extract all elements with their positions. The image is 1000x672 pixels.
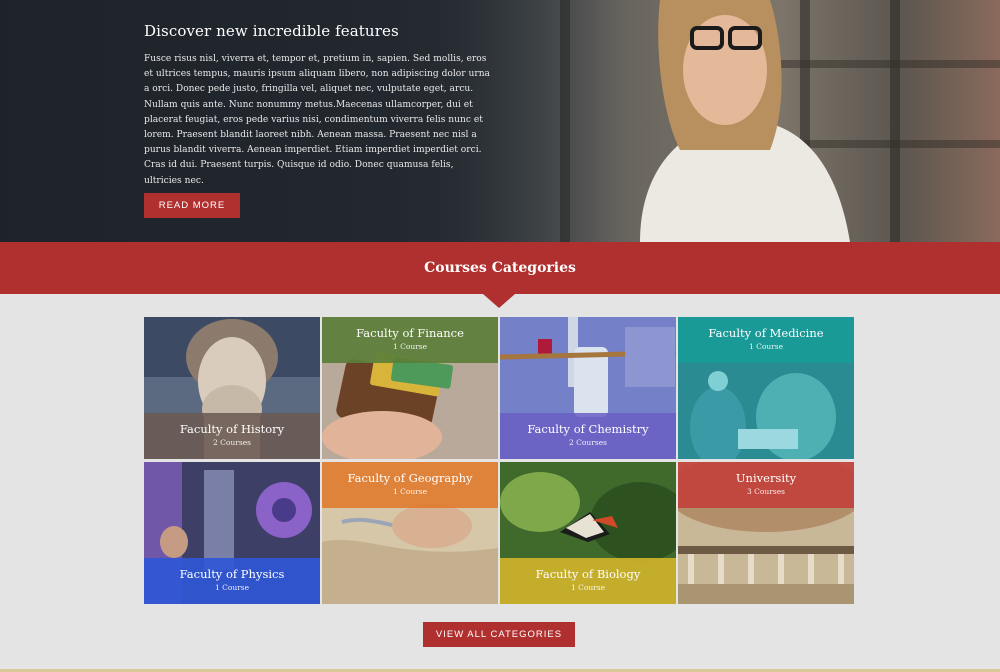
category-caption: Faculty of History 2 Courses xyxy=(144,413,320,459)
category-tile-medicine[interactable]: Faculty of Medicine 1 Course xyxy=(678,317,854,459)
section-title: Courses Categories xyxy=(424,260,576,276)
category-count: 1 Course xyxy=(570,583,606,592)
category-count: 1 Course xyxy=(392,487,428,496)
category-name: Faculty of History xyxy=(179,422,285,436)
category-count: 1 Course xyxy=(392,342,428,351)
category-name: Faculty of Geography xyxy=(347,471,473,485)
category-name: Faculty of Chemistry xyxy=(527,422,649,436)
hero-content: Discover new incredible features Fusce r… xyxy=(144,22,494,189)
category-caption: Faculty of Physics 1 Course xyxy=(144,558,320,604)
categories-grid: Faculty of History 2 Courses Faculty of … xyxy=(144,317,854,604)
category-tile-finance[interactable]: Faculty of Finance 1 Course xyxy=(322,317,498,459)
category-count: 3 Courses xyxy=(747,487,785,496)
category-tile-university[interactable]: University 3 Courses xyxy=(678,462,854,604)
view-all-categories-button[interactable]: VIEW ALL CATEGORIES xyxy=(423,622,575,647)
category-caption: Faculty of Medicine 1 Course xyxy=(678,317,854,363)
category-tile-chemistry[interactable]: Faculty of Chemistry 2 Courses xyxy=(500,317,676,459)
category-tile-biology[interactable]: Faculty of Biology 1 Course xyxy=(500,462,676,604)
category-tile-geography[interactable]: Faculty of Geography 1 Course xyxy=(322,462,498,604)
category-tile-history[interactable]: Faculty of History 2 Courses xyxy=(144,317,320,459)
category-name: Faculty of Biology xyxy=(535,567,641,581)
category-count: 2 Courses xyxy=(569,438,607,447)
category-name: Faculty of Finance xyxy=(356,326,464,340)
category-count: 1 Course xyxy=(214,583,250,592)
category-caption: Faculty of Chemistry 2 Courses xyxy=(500,413,676,459)
hero-banner: Discover new incredible features Fusce r… xyxy=(0,0,1000,242)
section-header: Courses Categories xyxy=(0,242,1000,294)
read-more-button[interactable]: READ MORE xyxy=(144,193,240,218)
category-caption: University 3 Courses xyxy=(678,462,854,508)
category-count: 1 Course xyxy=(748,342,784,351)
section-arrow xyxy=(483,294,515,308)
hero-title: Discover new incredible features xyxy=(144,22,399,40)
hero-description: Fusce risus nisl, viverra et, tempor et,… xyxy=(144,54,490,186)
category-tile-physics[interactable]: Faculty of Physics 1 Course xyxy=(144,462,320,604)
category-name: Faculty of Physics xyxy=(179,567,285,581)
category-caption: Faculty of Geography 1 Course xyxy=(322,462,498,508)
category-caption: Faculty of Biology 1 Course xyxy=(500,558,676,604)
category-caption: Faculty of Finance 1 Course xyxy=(322,317,498,363)
category-name: Faculty of Medicine xyxy=(708,326,824,340)
category-name: University xyxy=(735,471,797,485)
category-count: 2 Courses xyxy=(213,438,251,447)
